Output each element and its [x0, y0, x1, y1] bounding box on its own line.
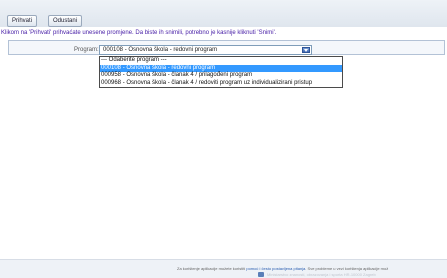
- program-select[interactable]: 000108 - Osnovna škola - redovni program: [99, 45, 312, 55]
- footer-text: Za korištenje aplikacije možete koristit…: [177, 266, 388, 271]
- program-label: Program:: [74, 47, 99, 53]
- program-select-value: 000108 - Osnovna škola - redovni program: [103, 47, 218, 53]
- ministry-logo-icon: [258, 272, 264, 277]
- info-notice: Klikom na 'Prihvati' prihvaćate unesene …: [1, 30, 277, 36]
- toolbar: Prihvati Odustani: [0, 0, 447, 27]
- cancel-button[interactable]: Odustani: [48, 15, 83, 27]
- dropdown-option-selected[interactable]: 000108 - Osnovna škola - redovni program: [100, 64, 342, 72]
- dropdown-option[interactable]: 000968 - Osnovna škola - članak 4 / redo…: [100, 80, 342, 88]
- footer-faint-text: Ministarstvo znanosti, obrazovanja i spo…: [267, 272, 376, 277]
- footer: Za korištenje aplikacije možete koristit…: [0, 259, 447, 278]
- dropdown-option[interactable]: --- Odaberite program ---: [100, 57, 342, 65]
- help-link[interactable]: pomoć i često postavljena pitanja: [246, 266, 305, 271]
- chevron-down-icon[interactable]: [302, 47, 310, 53]
- program-dropdown-list: --- Odaberite program --- 000108 - Osnov…: [99, 56, 343, 88]
- footer-text-before: Za korištenje aplikacije možete koristit…: [177, 266, 247, 271]
- accept-button[interactable]: Prihvati: [7, 15, 38, 27]
- dropdown-option[interactable]: 000958 - Osnovna škola - članak 4 / pril…: [100, 72, 342, 80]
- footer-text-after: . Sve probleme u vezi korištenja aplikac…: [305, 266, 389, 271]
